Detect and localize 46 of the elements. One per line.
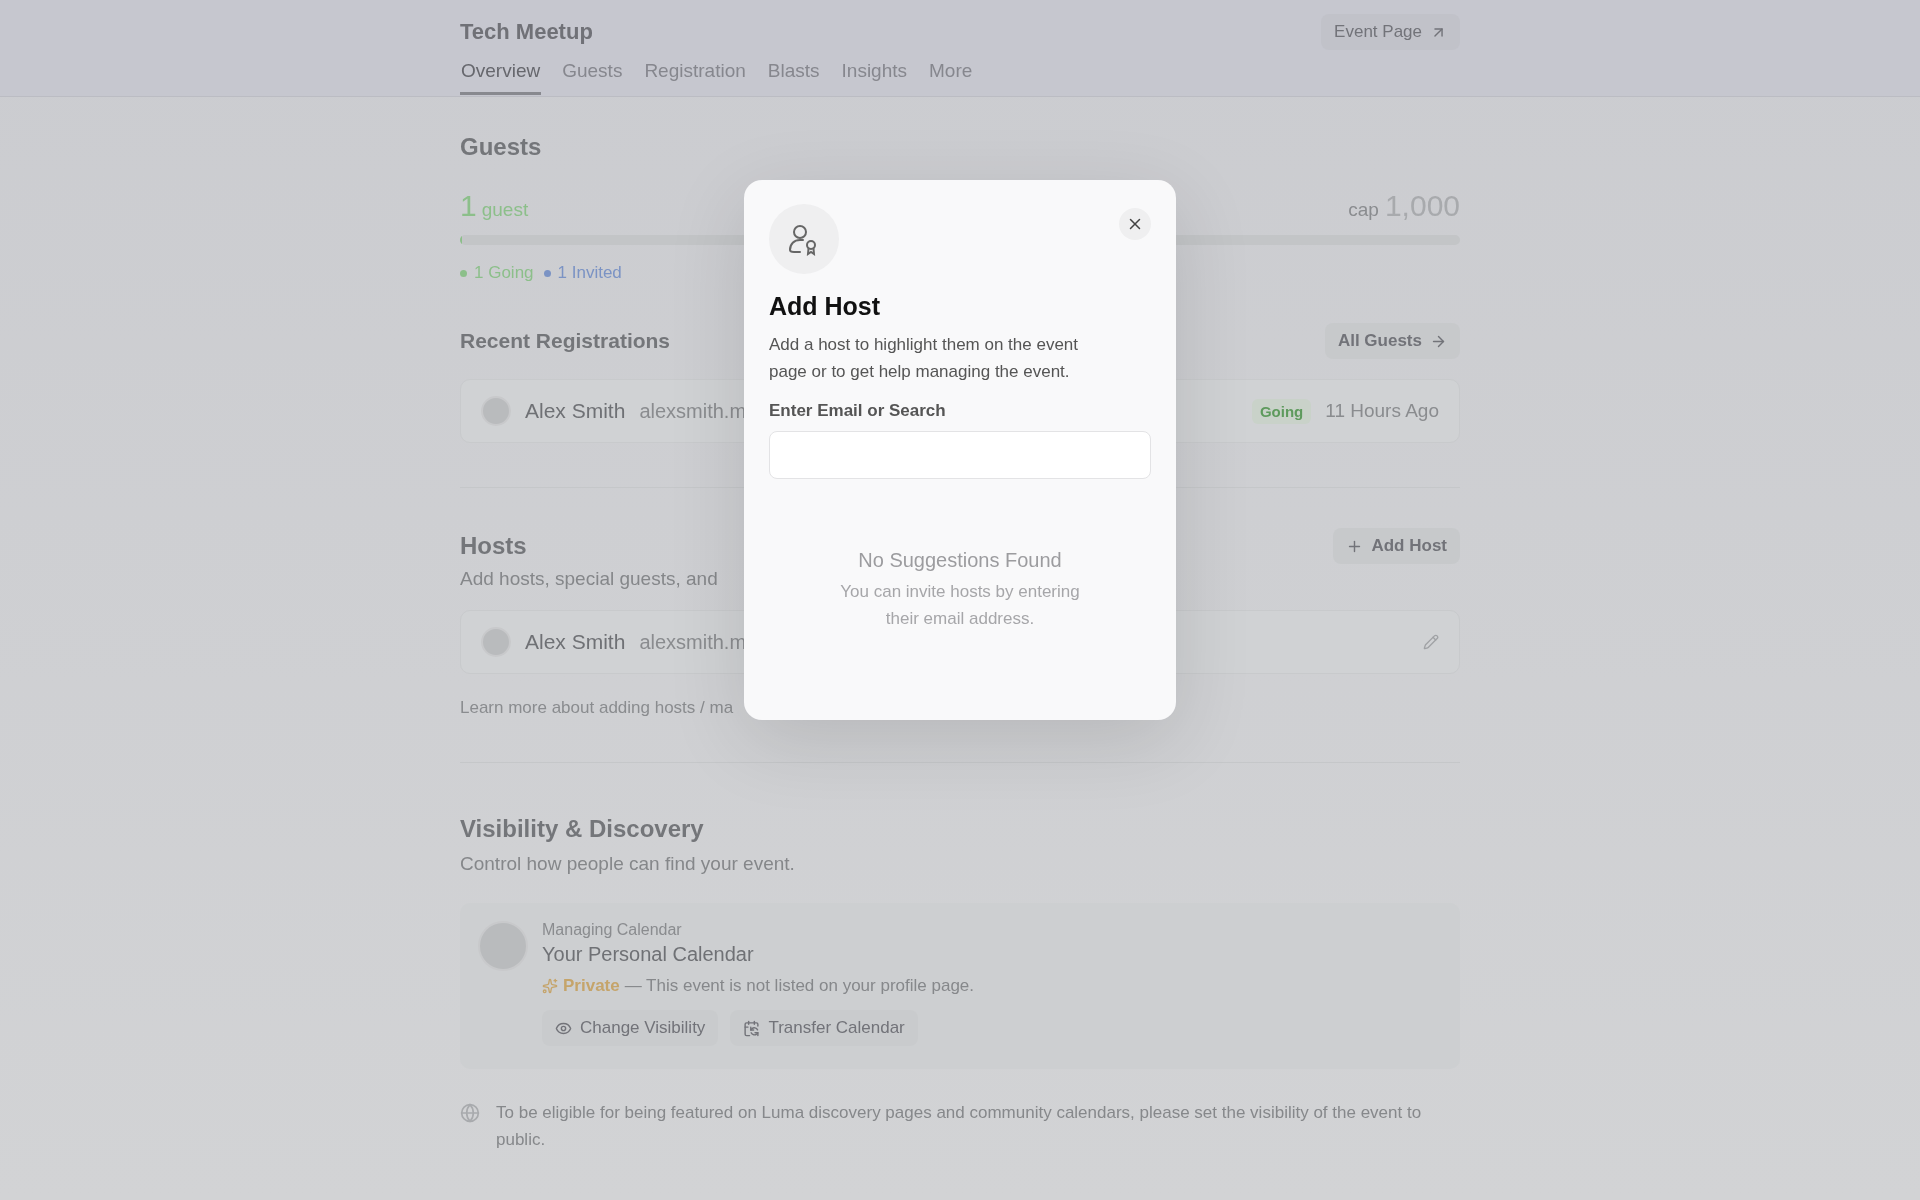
all-guests-button[interactable]: All Guests <box>1324 323 1460 359</box>
calendar-name: Your Personal Calendar <box>542 943 755 966</box>
calendar-icon <box>743 1019 761 1037</box>
section-subtitle: Control how people can find your event. <box>460 853 795 875</box>
tab[interactable]: Blasts <box>766 60 821 95</box>
field-label: Enter Email or Search <box>769 401 947 421</box>
empty-state-title: No Suggestions Found <box>858 549 1062 572</box>
section-heading: Visibility & Discovery <box>460 815 705 843</box>
legend-label: 1 Going <box>474 263 534 283</box>
tab[interactable]: Overview <box>460 60 542 95</box>
registration-time: 11 Hours Ago <box>1325 400 1439 422</box>
close-button[interactable] <box>1119 208 1151 240</box>
empty-state-text: You can invite hosts by entering their email address. <box>839 581 1081 630</box>
guest-name: Alex Smith <box>525 399 626 423</box>
section-heading: Guests <box>460 133 543 161</box>
legend-label: 1 Invited <box>557 263 622 283</box>
host-name: Alex Smith <box>525 630 626 654</box>
add-host-button[interactable]: Add Host <box>1333 528 1460 564</box>
guest-count: 1 <box>460 189 477 222</box>
guest-unit: guest <box>481 199 529 220</box>
tab[interactable]: More <box>928 60 974 95</box>
help-text: Learn more about adding hosts / ma <box>460 698 735 718</box>
cap-label: cap <box>1348 199 1379 220</box>
section-subtitle: Add hosts, special guests, and <box>460 568 718 590</box>
host-email: alexsmith.m <box>639 630 747 654</box>
visibility-description: — This event is not listed on your profile page. <box>624 976 975 996</box>
tab[interactable]: Insights <box>840 60 908 95</box>
guest-email: alexsmith.m <box>639 399 747 423</box>
section-heading: Recent Registrations <box>460 329 671 353</box>
dialog-description: Add a host to highlight them on the event page or to get help managing the event. <box>769 334 1080 383</box>
sparkle-icon <box>542 978 558 994</box>
tab[interactable]: Registration <box>643 60 747 95</box>
visibility-status: Private <box>563 976 620 996</box>
edit-icon[interactable] <box>1423 634 1439 650</box>
email-search-field[interactable] <box>769 431 1151 479</box>
event-title: Tech Meetup <box>460 19 593 45</box>
calendar-action-button[interactable]: Change Visibility <box>542 1010 719 1046</box>
calendar-action-button[interactable]: Transfer Calendar <box>730 1010 918 1046</box>
calendar-label: Managing Calendar <box>542 921 683 939</box>
globe-icon <box>460 1103 480 1123</box>
visibility-note: To be eligible for being featured on Luma discovery pages and community calendars, please set the visibility of the event to public. <box>496 1102 1423 1151</box>
section-heading: Hosts <box>460 532 527 560</box>
event-page-button[interactable]: Event Page <box>1321 14 1460 50</box>
dialog-title: Add Host <box>769 292 882 321</box>
tab[interactable]: Guests <box>561 60 624 95</box>
status-badge: Going <box>1251 398 1312 424</box>
